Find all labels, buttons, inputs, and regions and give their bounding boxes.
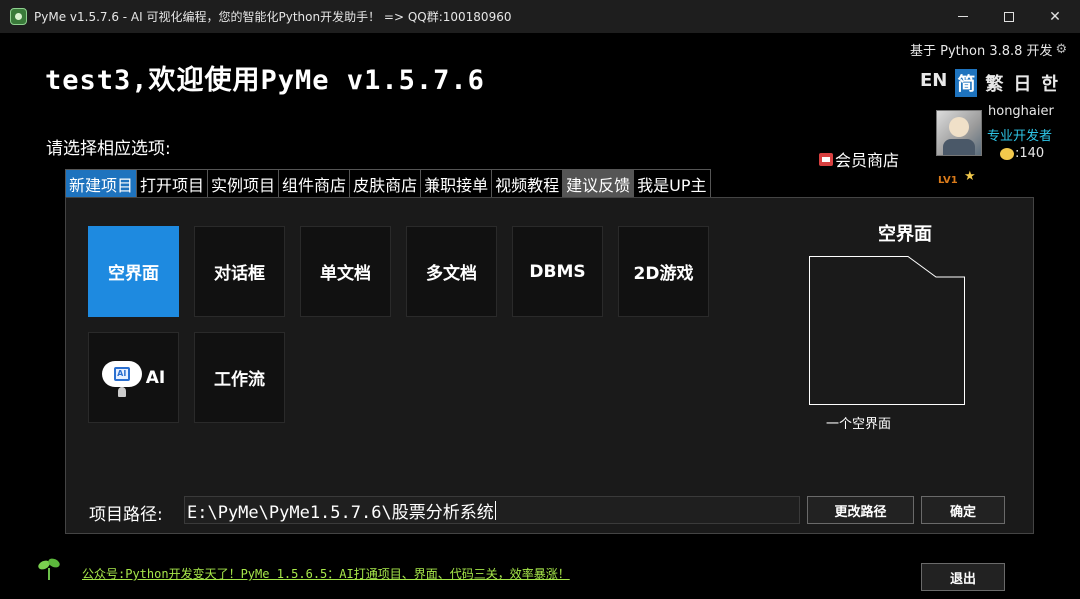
python-version-label: 基于 Python 3.8.8 开发 [910,44,1053,59]
template-label: DBMS [529,261,586,282]
coin-balance: :140 [1000,146,1044,161]
template-label: 单文档 [320,264,371,284]
user-title: 专业开发者 [987,129,1053,144]
close-button[interactable]: ✕ [1032,0,1078,33]
template-tile[interactable]: 工作流 [194,332,285,423]
tab-1[interactable]: 打开项目 [136,169,209,198]
vip-shop-button[interactable]: 会员商店 [819,147,899,171]
language-option[interactable]: EN [918,69,949,97]
template-label: AI [145,367,166,388]
minimize-button[interactable] [940,0,986,33]
language-option[interactable]: 日 [1011,69,1033,97]
close-icon: ✕ [1049,8,1061,25]
tab-8[interactable]: 我是UP主 [633,169,711,198]
python-version-info: 基于 Python 3.8.8 开发 ⚙ [910,40,1067,59]
tab-4[interactable]: 皮肤商店 [349,169,422,198]
username: honghaier [988,104,1054,119]
text-caret [494,500,496,520]
app-logo-icon [10,8,27,25]
tab-2[interactable]: 实例项目 [207,169,280,198]
template-tile[interactable]: AI AI [88,332,179,423]
tab-6[interactable]: 视频教程 [491,169,564,198]
footer-news-link[interactable]: 公众号:Python开发变天了！PyMe 1.5.6.5：AI打通项目、界面、代… [82,565,570,582]
tab-3[interactable]: 组件商店 [278,169,351,198]
user-level: LV1 [938,175,958,186]
sprout-icon [38,558,60,580]
change-path-button[interactable]: 更改路径 [807,496,914,524]
project-path-label: 项目路径: [89,505,163,525]
template-label: 2D游戏 [633,264,694,284]
title-bar: PyMe v1.5.7.6 - AI 可视化编程，您的智能化Python开发助手… [0,0,1080,33]
template-label: 空界面 [108,264,159,284]
project-path-input[interactable]: E:\PyMe\PyMe1.5.7.6\股票分析系统 [184,496,800,524]
welcome-title: test3,欢迎使用PyMe v1.5.7.6 [45,65,485,96]
tab-5[interactable]: 兼职接单 [420,169,493,198]
confirm-button[interactable]: 确定 [921,496,1005,524]
coin-count: :140 [1015,146,1045,161]
tab-7[interactable]: 建议反馈 [562,169,635,198]
maximize-icon [1004,11,1014,22]
template-tile[interactable]: 空界面 [88,226,179,317]
project-path-value: E:\PyMe\PyMe1.5.7.6\股票分析系统 [187,502,494,523]
window-title: PyMe v1.5.7.6 - AI 可视化编程，您的智能化Python开发助手… [34,10,512,24]
coin-icon [1000,147,1014,160]
preview-title: 空界面 [878,224,932,245]
language-option[interactable]: 繁 [983,69,1005,97]
template-label: 多文档 [426,264,477,284]
template-tile[interactable]: 单文档 [300,226,391,317]
preview-thumbnail [809,256,965,405]
maximize-button[interactable] [986,0,1032,33]
vip-shop-label: 会员商店 [835,151,900,170]
tab-0[interactable]: 新建项目 [65,169,138,198]
template-tile[interactable]: 2D游戏 [618,226,709,317]
template-label: 对话框 [214,264,265,284]
language-switcher: EN 简繁日 한 [918,69,1060,97]
minimize-icon [958,16,968,17]
preview-description: 一个空界面 [826,417,892,432]
template-tile[interactable]: DBMS [512,226,603,317]
template-label: 工作流 [214,370,265,390]
avatar[interactable] [936,110,982,156]
star-icon: ★ [964,169,976,184]
exit-button[interactable]: 退出 [921,563,1005,591]
ai-brain-icon: AI [101,359,142,397]
language-option[interactable]: 한 [1039,69,1060,97]
template-tile[interactable]: 对话框 [194,226,285,317]
main-tabs: 新建项目 打开项目 实例项目 组件商店 皮肤商店 兼职接单 视频教程 建议反馈 我是UP主 [65,169,711,198]
language-option[interactable]: 简 [955,69,978,97]
choose-prompt: 请选择相应选项: [46,139,171,159]
template-tile[interactable]: 多文档 [406,226,497,317]
gear-icon[interactable]: ⚙ [1056,42,1068,57]
shop-icon [819,152,833,166]
